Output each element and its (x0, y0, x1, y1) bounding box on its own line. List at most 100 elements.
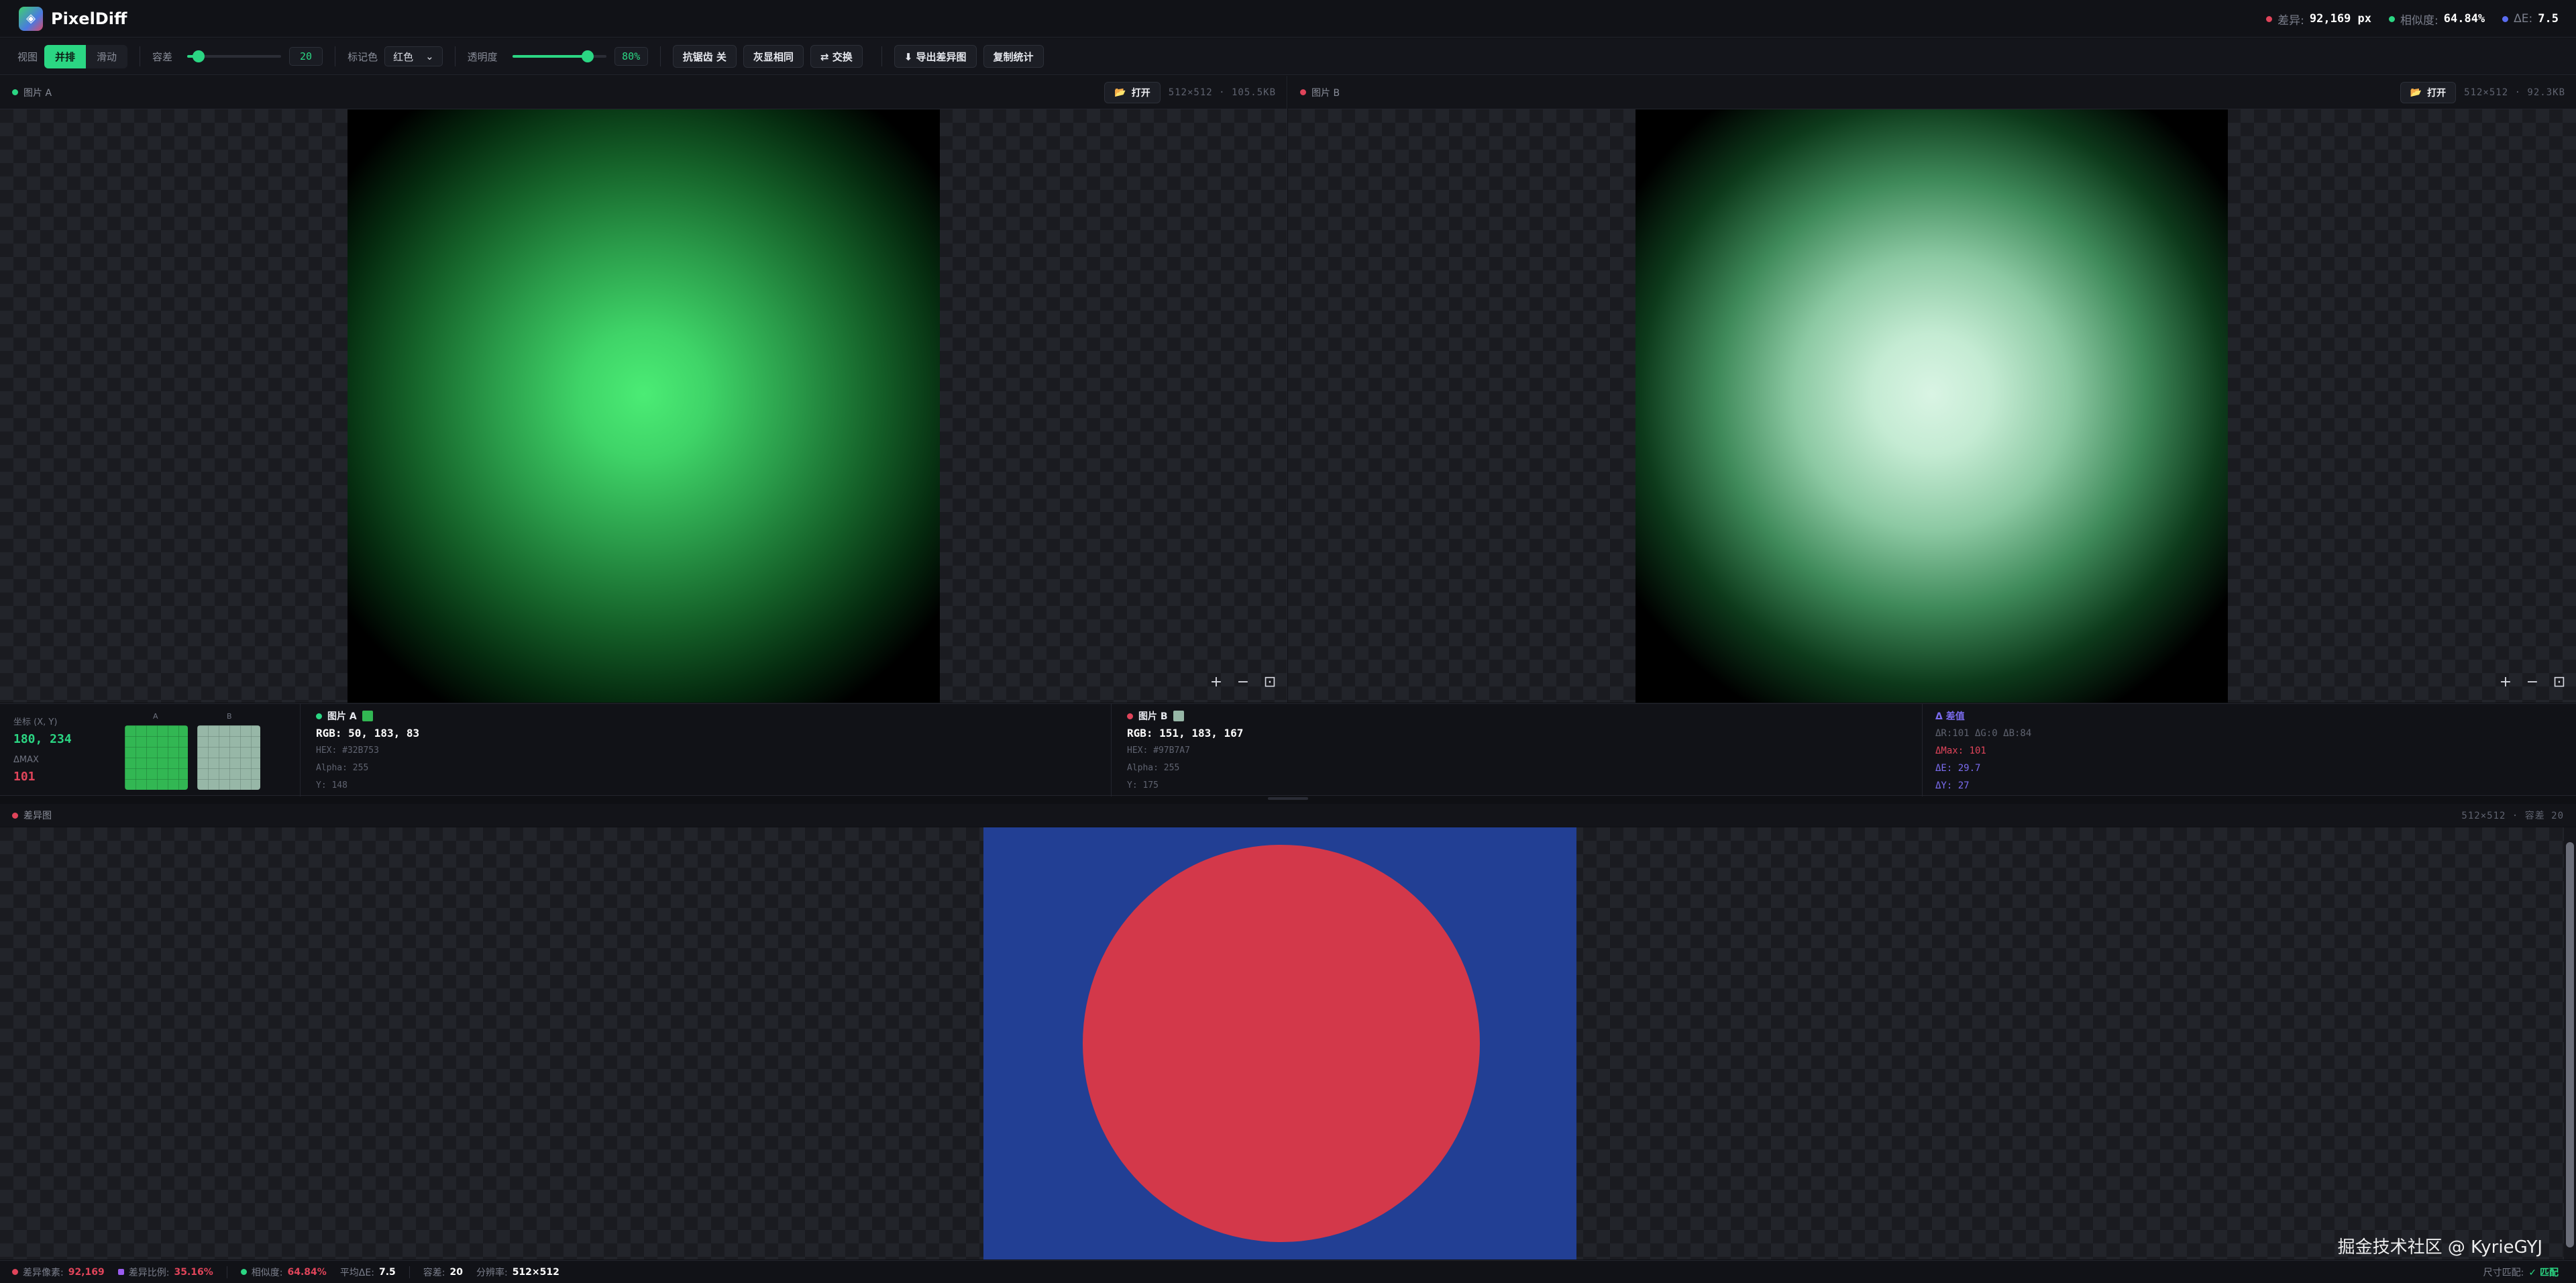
stat-diff: 差异: 92,169 px (2266, 11, 2371, 28)
loupe-a (125, 725, 188, 790)
probe-cell: 坐标 (X, Y) 180, 234 ΔMAX 101 A B (0, 704, 301, 797)
info-b-y: Y: 175 (1127, 780, 1159, 790)
tolerance-input[interactable]: 20 (289, 47, 323, 66)
diff-scrollbar[interactable] (2564, 827, 2576, 1260)
divider (881, 46, 882, 66)
info-a-dot-icon (316, 713, 322, 719)
delta-title: Δ 差值 (1935, 711, 1965, 722)
panel-a-header: 图片 A 📂 打开 512×512 · 105.5KB (0, 76, 1287, 109)
export-diff-button[interactable]: ⬇ 导出差异图 (894, 45, 977, 68)
open-a-button[interactable]: 📂 打开 (1104, 81, 1161, 103)
zoom-in-icon[interactable]: + (2498, 674, 2513, 690)
opacity-slider[interactable] (512, 50, 606, 62)
view-mode-toggle: 并排 滑动 (44, 44, 128, 68)
opacity-label: 透明度 (467, 50, 498, 63)
tolerance-slider-knob[interactable] (192, 50, 205, 62)
info-b-title: 图片 B (1127, 709, 1184, 723)
image-a[interactable] (347, 109, 940, 703)
logo-icon: ◈ (19, 6, 43, 31)
opacity-slider-fill (512, 55, 588, 58)
status-similarity: 相似度: 64.84% (240, 1266, 327, 1279)
stat-similarity-value: 64.84% (2443, 12, 2485, 25)
image-b[interactable] (1635, 109, 2228, 703)
gray-same-button[interactable]: 灰显相同 (743, 45, 804, 68)
info-a-alpha: Alpha: 255 (316, 763, 369, 773)
resize-handle[interactable] (1268, 797, 1308, 800)
delta-e-dot-icon (2502, 15, 2509, 22)
diff-image[interactable] (983, 827, 1576, 1260)
delta-channels: ΔR:101 ΔG:0 ΔB:84 (1935, 728, 2032, 739)
chevron-down-icon: ⌄ (425, 50, 434, 62)
panel-a-actions: 📂 打开 512×512 · 105.5KB (1104, 81, 1276, 103)
info-a-swatch (362, 711, 373, 721)
tolerance-slider[interactable] (187, 50, 282, 62)
panel-b-actions: 📂 打开 512×512 · 92.3KB (2400, 81, 2565, 103)
marker-color-label: 标记色 (347, 50, 378, 63)
fit-icon[interactable]: ⊡ (1263, 674, 1277, 690)
stat-delta-e-label: ΔE: (2514, 12, 2533, 25)
info-a-y: Y: 148 (316, 780, 347, 790)
info-a-cell: 图片 A RGB: 50, 183, 83 HEX: #32B753 Alpha… (301, 704, 1112, 797)
diff-dot-icon (12, 812, 18, 819)
stat-diff-label: 差异: (2277, 13, 2304, 28)
info-delta-cell: Δ 差值 ΔR:101 ΔG:0 ΔB:84 ΔMax: 101 ΔE: 29.… (1923, 704, 2576, 797)
stat-similarity: 相似度: 64.84% (2389, 11, 2485, 28)
pixel-info-bar: 坐标 (X, Y) 180, 234 ΔMAX 101 A B 图片 A RGB… (0, 703, 2576, 797)
delta-y: ΔY: 27 (1935, 780, 1970, 791)
folder-icon: 📂 (2410, 87, 2422, 98)
diff-header: 差异图 512×512 · 容差 20 (0, 804, 2576, 827)
panel-a-meta: 512×512 · 105.5KB (1168, 87, 1276, 98)
status-resolution: 分辨率: 512×512 (476, 1266, 559, 1278)
folder-icon: 📂 (1114, 87, 1126, 98)
mode-slide-button[interactable]: 滑动 (86, 45, 127, 68)
coord-value: 180, 234 (13, 732, 72, 746)
coord-label: 坐标 (X, Y) (13, 717, 58, 727)
watermark: 掘金技术社区 @ KyrieGYJ (2337, 1237, 2542, 1258)
status-similarity-dot-icon (240, 1269, 247, 1275)
app-logo: ◈ PixelDiff (19, 6, 127, 31)
fit-icon[interactable]: ⊡ (2552, 674, 2567, 690)
open-a-label: 打开 (1131, 87, 1150, 99)
view-label: 视图 (17, 50, 38, 63)
stat-diff-value: 92,169 px (2309, 12, 2372, 25)
app-title: PixelDiff (51, 9, 127, 28)
viewer-b[interactable]: + − ⊡ (1288, 109, 2576, 703)
mode-side-by-side-button[interactable]: 并排 (44, 44, 87, 68)
info-b-alpha: Alpha: 255 (1127, 763, 1180, 773)
stat-delta-e-value: 7.5 (2538, 12, 2559, 25)
swap-button[interactable]: ⇄ 交换 (810, 45, 863, 68)
diff-title: 差异图 (12, 809, 52, 822)
info-b-hex: HEX: #97B7A7 (1127, 746, 1190, 756)
info-a-title-text: 图片 A (327, 711, 357, 722)
antialias-toggle-button[interactable]: 抗锯齿 关 (672, 45, 737, 68)
opacity-slider-knob[interactable] (581, 50, 594, 62)
diff-viewer[interactable] (0, 827, 2576, 1260)
opacity-input[interactable]: 80% (614, 47, 648, 66)
info-b-dot-icon (1127, 713, 1133, 719)
divider (409, 1266, 410, 1278)
panel-b-meta: 512×512 · 92.3KB (2464, 87, 2565, 98)
info-b-rgb: RGB: 151, 183, 167 (1127, 727, 1244, 739)
marker-color-select[interactable]: 红色 ⌄ (384, 46, 443, 66)
loupe-b-label: B (227, 712, 232, 721)
status-diff-dot-icon (12, 1269, 18, 1275)
zoom-out-icon[interactable]: − (1236, 674, 1250, 690)
copy-stats-button[interactable]: 复制统计 (983, 45, 1044, 68)
panel-b-title: 图片 B (1300, 86, 1340, 99)
diff-scroll-thumb[interactable] (2566, 842, 2574, 1247)
open-b-label: 打开 (2427, 87, 2447, 99)
status-avg-delta-e: 平均ΔE: 7.5 (339, 1266, 396, 1278)
panel-b-dot-icon (1300, 89, 1306, 95)
diff-dot-icon (2266, 15, 2273, 22)
delta-max: ΔMax: 101 (1935, 746, 1986, 756)
panel-b-header: 图片 B 📂 打开 512×512 · 92.3KB (1288, 76, 2576, 109)
zoom-in-icon[interactable]: + (1209, 674, 1224, 690)
top-stats: 差异: 92,169 px 相似度: 64.84% ΔE: 7.5 (2266, 0, 2559, 38)
open-b-button[interactable]: 📂 打开 (2400, 81, 2457, 103)
zoom-out-icon[interactable]: − (2525, 674, 2540, 690)
toolbar: 视图 并排 滑动 容差 20 标记色 红色 ⌄ 透明度 80% 抗锯齿 关 灰显… (0, 38, 2576, 75)
stat-similarity-label: 相似度: (2400, 13, 2438, 28)
viewer-a[interactable]: + − ⊡ (0, 109, 1287, 703)
info-b-title-text: 图片 B (1138, 711, 1168, 722)
panel-a-title-text: 图片 A (23, 87, 52, 99)
